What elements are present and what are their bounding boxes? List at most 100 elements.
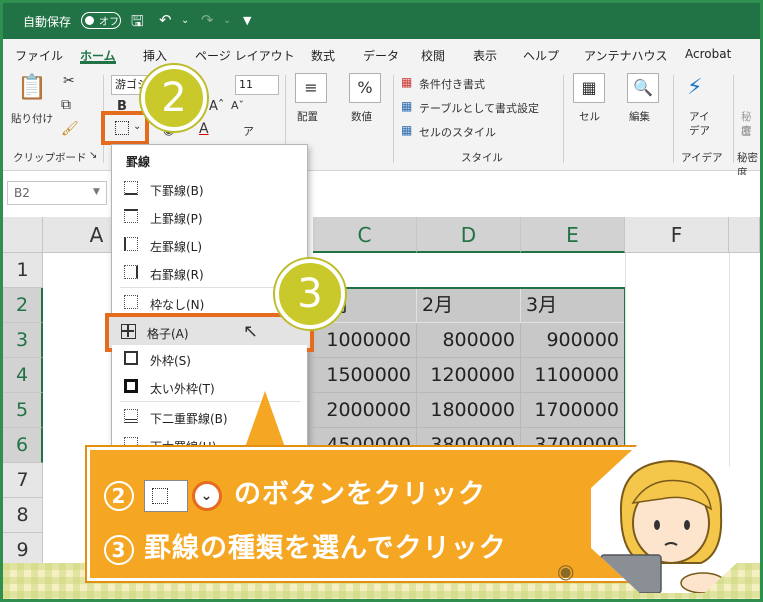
save-icon[interactable]: 🖫 — [131, 11, 144, 36]
menu-item-label: 下二重罫線(B) — [150, 412, 228, 426]
font-color-button[interactable]: A — [199, 121, 209, 137]
toggle-knob — [85, 15, 94, 25]
menu-item-label: 左罫線(L) — [150, 240, 203, 254]
ribbon-separator — [563, 75, 564, 163]
row-header[interactable]: 3 — [3, 323, 43, 358]
tab-insert[interactable]: 挿入 — [143, 47, 167, 64]
left-border-icon — [124, 237, 138, 251]
tab-view[interactable]: 表示 — [473, 47, 497, 64]
step-badge-2: 2 — [141, 65, 207, 131]
select-all-corner[interactable] — [3, 217, 43, 253]
menu-item-label: 外枠(S) — [150, 354, 191, 368]
callout-step-num: 3 — [104, 534, 134, 565]
tab-antennahouse[interactable]: アンテナハウス — [584, 47, 668, 64]
font-size-box[interactable]: 11 — [235, 75, 279, 95]
autosave-toggle[interactable]: オフ — [81, 12, 121, 29]
menu-item-label: 上罫線(P) — [150, 212, 203, 226]
edit-label[interactable]: 編集 — [629, 109, 650, 124]
sensitivity-label-2[interactable]: 度 — [741, 123, 752, 138]
borders-button-mini-icon — [144, 479, 188, 512]
excel-window: 自動保存 オフ 🖫 ↶ ⌄ ↷ ⌄ ▼ ファイル ホーム 挿入 ページ レイアウ… — [0, 0, 763, 602]
decrease-font-icon[interactable]: Aˇ — [231, 99, 244, 112]
paste-icon[interactable]: 📋 — [17, 73, 47, 101]
step-badge-3: 3 — [275, 259, 345, 329]
column-header-d[interactable]: D — [417, 217, 521, 253]
callout-tail — [243, 391, 287, 453]
format-painter-icon[interactable]: 🖌 — [61, 121, 79, 137]
mouse-icon: ◉ — [557, 559, 575, 583]
table-format-label[interactable]: テーブルとして書式設定 — [419, 100, 539, 116]
cell-style-label[interactable]: セルのスタイル — [419, 124, 496, 140]
cut-icon[interactable]: ✂ — [63, 73, 75, 89]
ideas-icon[interactable]: ⚡ — [687, 75, 702, 100]
row-header[interactable]: 4 — [3, 358, 43, 393]
column-header-e[interactable]: E — [521, 217, 625, 253]
ideas-label-2[interactable]: デア — [689, 123, 710, 138]
edit-icon[interactable]: 🔍 — [627, 73, 659, 103]
clipboard-group-label: クリップボード — [13, 152, 87, 164]
align-label[interactable]: 配置 — [297, 109, 318, 124]
paste-label[interactable]: 貼り付け — [11, 111, 53, 126]
customize-qat-icon[interactable]: ▼ — [243, 14, 251, 27]
right-border-icon — [124, 265, 138, 279]
tab-help[interactable]: ヘルプ — [523, 47, 559, 64]
borders-button[interactable] — [101, 111, 149, 145]
column-header-g[interactable] — [729, 217, 760, 253]
tab-file[interactable]: ファイル — [15, 47, 63, 64]
number-icon[interactable]: % — [349, 73, 381, 103]
cells-label[interactable]: セル — [579, 109, 600, 124]
name-box[interactable]: B2 — [7, 181, 107, 205]
cells-icon[interactable]: ▦ — [573, 73, 605, 103]
callout-step-num: 2 — [104, 480, 134, 511]
menu-item-label: 枠なし(N) — [150, 298, 205, 312]
row-header[interactable]: 7 — [3, 463, 43, 498]
clipboard-launcher-icon[interactable]: ↘ — [89, 150, 97, 161]
row-header[interactable]: 1 — [3, 253, 43, 288]
menu-item-outside-borders[interactable]: 外枠(S) — [112, 345, 307, 373]
number-label[interactable]: 数値 — [351, 109, 372, 124]
menu-item-left-border[interactable]: 左罫線(L) — [112, 231, 307, 259]
bottom-border-icon — [124, 181, 138, 195]
row-header[interactable]: 8 — [3, 498, 43, 533]
outside-borders-icon — [124, 351, 138, 365]
tab-page-layout[interactable]: ページ レイアウト — [195, 47, 295, 64]
align-icon[interactable]: ≡ — [295, 73, 327, 103]
toggle-state: オフ — [99, 17, 119, 28]
copy-icon[interactable]: ⧉ — [61, 97, 71, 113]
menu-separator — [120, 287, 300, 288]
tab-review[interactable]: 校閲 — [421, 47, 445, 64]
phonetic-icon[interactable]: ア — [243, 123, 254, 139]
menu-item-label: 格子(A) — [147, 327, 189, 341]
borders-mini-inner — [152, 487, 168, 504]
redo-icon[interactable]: ↷ — [201, 11, 214, 29]
row-header[interactable]: 2 — [3, 288, 43, 323]
redo-dropdown-icon[interactable]: ⌄ — [223, 15, 231, 26]
callout-line-1: 2 ⌄ のボタンをクリック — [104, 472, 486, 512]
menu-item-bottom-border[interactable]: 下罫線(B) — [112, 175, 307, 203]
increase-font-icon[interactable]: Aˆ — [209, 99, 224, 114]
column-header-f[interactable]: F — [625, 217, 729, 253]
callout-text-1: のボタンをクリック — [234, 479, 486, 510]
undo-dropdown-icon[interactable]: ⌄ — [181, 15, 189, 26]
name-box-dropdown-icon[interactable]: ▼ — [93, 187, 100, 197]
callout-line-2: 3 罫線の種類を選んでクリック — [104, 526, 507, 565]
undo-icon[interactable]: ↶ — [159, 11, 172, 29]
menu-item-label: 太い外枠(T) — [150, 382, 215, 396]
tab-acrobat[interactable]: Acrobat — [685, 47, 731, 61]
menu-item-top-border[interactable]: 上罫線(P) — [112, 203, 307, 231]
tab-data[interactable]: データ — [363, 47, 399, 64]
callout-text-2: 罫線の種類を選んでクリック — [144, 533, 507, 564]
ribbon-separator — [733, 75, 734, 163]
ideas-group-label: アイデア — [681, 152, 723, 164]
column-header-c[interactable]: C — [313, 217, 417, 253]
ribbon-separator — [673, 75, 674, 163]
row-header[interactable]: 6 — [3, 428, 43, 463]
all-borders-icon — [121, 324, 136, 339]
style-group-label: スタイル — [461, 152, 503, 164]
thick-outside-border-icon — [124, 379, 138, 393]
ideas-label-1[interactable]: アイ — [689, 109, 709, 124]
row-header[interactable]: 5 — [3, 393, 43, 428]
all-borders-icon-hline — [122, 330, 134, 332]
cond-format-label[interactable]: 条件付き書式 — [419, 76, 485, 92]
tab-formulas[interactable]: 数式 — [311, 47, 335, 64]
